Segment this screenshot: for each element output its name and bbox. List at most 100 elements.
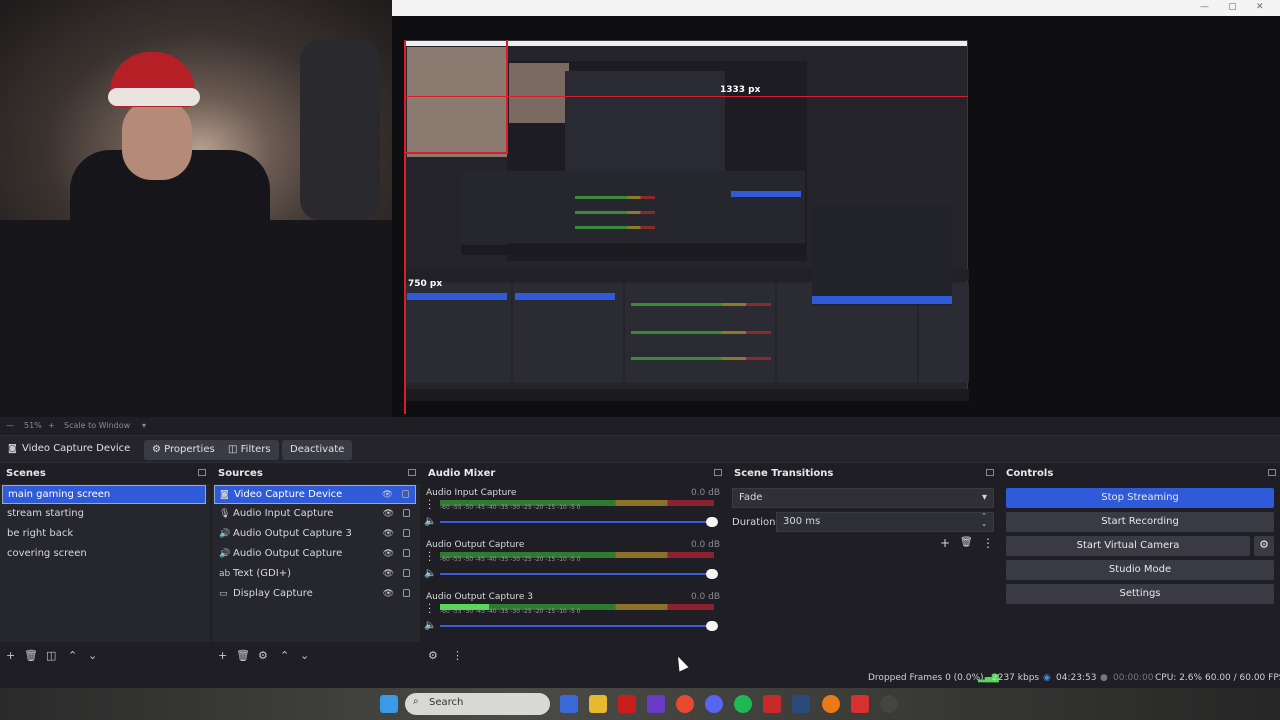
visibility-eye-icon[interactable]: 👁 [383, 549, 394, 559]
sources-title: Sources [212, 466, 420, 482]
deactivate-button[interactable]: Deactivate [282, 440, 353, 460]
volume-slider-knob[interactable] [706, 621, 718, 631]
preview-canvas[interactable]: — ▢ ✕ 1333 px 750 px [0, 0, 1280, 417]
start-virtual-camera-button[interactable]: Start Virtual Camera [1006, 536, 1250, 556]
undock-icon[interactable] [1268, 469, 1276, 476]
source-item[interactable]: ◙ Video Capture Device 👁 [214, 485, 416, 504]
gear-icon: ⚙ [1259, 538, 1269, 551]
speaker-mute-icon[interactable]: 🔈 [424, 568, 436, 579]
transition-menu-icon[interactable]: ⋮ [982, 536, 994, 550]
move-down-icon[interactable]: ⌄ [300, 649, 309, 662]
windows-start-icon[interactable] [380, 695, 398, 713]
source-item[interactable]: 🎙 Audio Input Capture 👁 [214, 505, 416, 524]
lock-icon[interactable] [403, 529, 410, 537]
studio-mode-button[interactable]: Studio Mode [1006, 560, 1274, 580]
app-icon[interactable] [851, 695, 869, 713]
filters-button[interactable]: ◫ Filters [220, 440, 279, 460]
settings-button[interactable]: Settings [1006, 584, 1274, 604]
virtual-camera-settings-button[interactable]: ⚙ [1254, 536, 1274, 556]
remove-scene-icon[interactable]: 🗑 [24, 649, 38, 662]
windows-taskbar: ⌕ Search [0, 688, 1280, 720]
source-item[interactable]: ab Text (GDI+) 👁 [214, 565, 416, 584]
properties-button[interactable]: ⚙ Properties [144, 440, 223, 460]
stop-streaming-button[interactable]: Stop Streaming [1006, 488, 1274, 508]
move-up-icon[interactable]: ⌃ [280, 649, 289, 662]
undock-icon[interactable] [714, 469, 722, 476]
transition-select[interactable]: Fade ▾ [732, 488, 994, 508]
visibility-eye-icon[interactable]: 👁 [382, 490, 393, 500]
app-icon[interactable] [647, 695, 665, 713]
steam-icon[interactable] [792, 695, 810, 713]
spin-arrows-icon[interactable]: ⌃ ⌄ [981, 512, 987, 528]
start-recording-button[interactable]: Start Recording [1006, 512, 1274, 532]
close-icon: ✕ [1256, 2, 1264, 12]
file-explorer-icon[interactable] [589, 695, 607, 713]
undock-icon[interactable] [198, 469, 206, 476]
monitor-icon: ▭ [219, 589, 228, 599]
mixer-menu-icon[interactable]: ⋮ [452, 649, 463, 662]
chrome-icon[interactable] [676, 695, 694, 713]
speaker-mute-icon[interactable]: 🔈 [424, 516, 436, 527]
scene-filters-icon[interactable]: ◫ [46, 649, 56, 662]
duration-spinbox[interactable]: 300 ms ⌃ ⌄ [776, 512, 994, 532]
remove-source-icon[interactable]: 🗑 [236, 649, 250, 662]
add-scene-icon[interactable]: + [6, 649, 15, 662]
visibility-eye-icon[interactable]: 👁 [383, 509, 394, 519]
taskbar-search[interactable]: ⌕ Search [405, 693, 550, 715]
move-down-icon[interactable]: ⌄ [88, 649, 97, 662]
visibility-eye-icon[interactable]: 👁 [383, 589, 394, 599]
scene-item[interactable]: stream starting [2, 505, 206, 524]
nested-titlebar [405, 41, 967, 46]
scale-dropdown-icon[interactable]: ▾ [142, 421, 146, 430]
volume-slider-knob[interactable] [706, 569, 718, 579]
volume-slider[interactable] [440, 573, 714, 575]
source-item[interactable]: ▭ Display Capture 👁 [214, 585, 416, 604]
channel-menu-icon[interactable]: · · · [428, 549, 431, 567]
zoom-out-icon[interactable]: — [6, 421, 14, 430]
volume-slider-knob[interactable] [706, 517, 718, 527]
scene-item[interactable]: main gaming screen [2, 485, 206, 504]
source-item[interactable]: 🔊 Audio Output Capture 👁 [214, 545, 416, 564]
speaker-mute-icon[interactable]: 🔈 [424, 620, 436, 631]
channel-menu-icon[interactable]: · · · [428, 601, 431, 619]
undock-icon[interactable] [408, 469, 416, 476]
channel-menu-icon[interactable]: · · · [428, 497, 431, 515]
visibility-eye-icon[interactable]: 👁 [383, 569, 394, 579]
move-up-icon[interactable]: ⌃ [68, 649, 77, 662]
source-properties-icon[interactable]: ⚙ [258, 649, 268, 662]
zoom-in-icon[interactable]: + [48, 421, 55, 430]
channel-name: Audio Output Capture [426, 540, 525, 550]
browser-icon[interactable] [822, 695, 840, 713]
app-icon[interactable] [763, 695, 781, 713]
lock-icon[interactable] [403, 509, 410, 517]
meter-scale: -60 -55 -50 -45 -40 -35 -30 -25 -20 -15 … [440, 608, 581, 615]
obs-icon[interactable] [880, 695, 898, 713]
remove-transition-icon[interactable]: 🗑 [960, 537, 973, 548]
lock-icon[interactable] [403, 589, 410, 597]
lock-icon[interactable] [403, 569, 410, 577]
scene-item[interactable]: be right back [2, 525, 206, 544]
channel-db: 0.0 dB [690, 540, 720, 550]
nested-mixer-meter [631, 331, 771, 334]
scene-item[interactable]: covering screen [2, 545, 206, 564]
volume-slider[interactable] [440, 625, 714, 627]
discord-icon[interactable] [705, 695, 723, 713]
record-status-icon: ● [1100, 673, 1108, 683]
add-transition-icon[interactable]: + [940, 536, 950, 550]
visibility-eye-icon[interactable]: 👁 [383, 529, 394, 539]
store-icon[interactable] [560, 695, 578, 713]
search-icon: ⌕ [413, 696, 419, 707]
app-icon[interactable] [618, 695, 636, 713]
nested-stop-button [731, 191, 801, 197]
spotify-icon[interactable] [734, 695, 752, 713]
add-source-icon[interactable]: + [218, 649, 227, 662]
advanced-audio-icon[interactable]: ⚙ [428, 649, 438, 662]
source-item[interactable]: 🔊 Audio Output Capture 3 👁 [214, 525, 416, 544]
transitions-body: Fade ▾ Duration 300 ms ⌃ ⌄ + 🗑 ⋮ [728, 484, 998, 642]
undock-icon[interactable] [986, 469, 994, 476]
scale-mode-label[interactable]: Scale to Window [64, 421, 130, 430]
volume-slider[interactable] [440, 521, 714, 523]
lock-icon[interactable] [403, 549, 410, 557]
scene-transitions-title: Scene Transitions [728, 466, 998, 482]
lock-icon[interactable] [402, 490, 409, 498]
